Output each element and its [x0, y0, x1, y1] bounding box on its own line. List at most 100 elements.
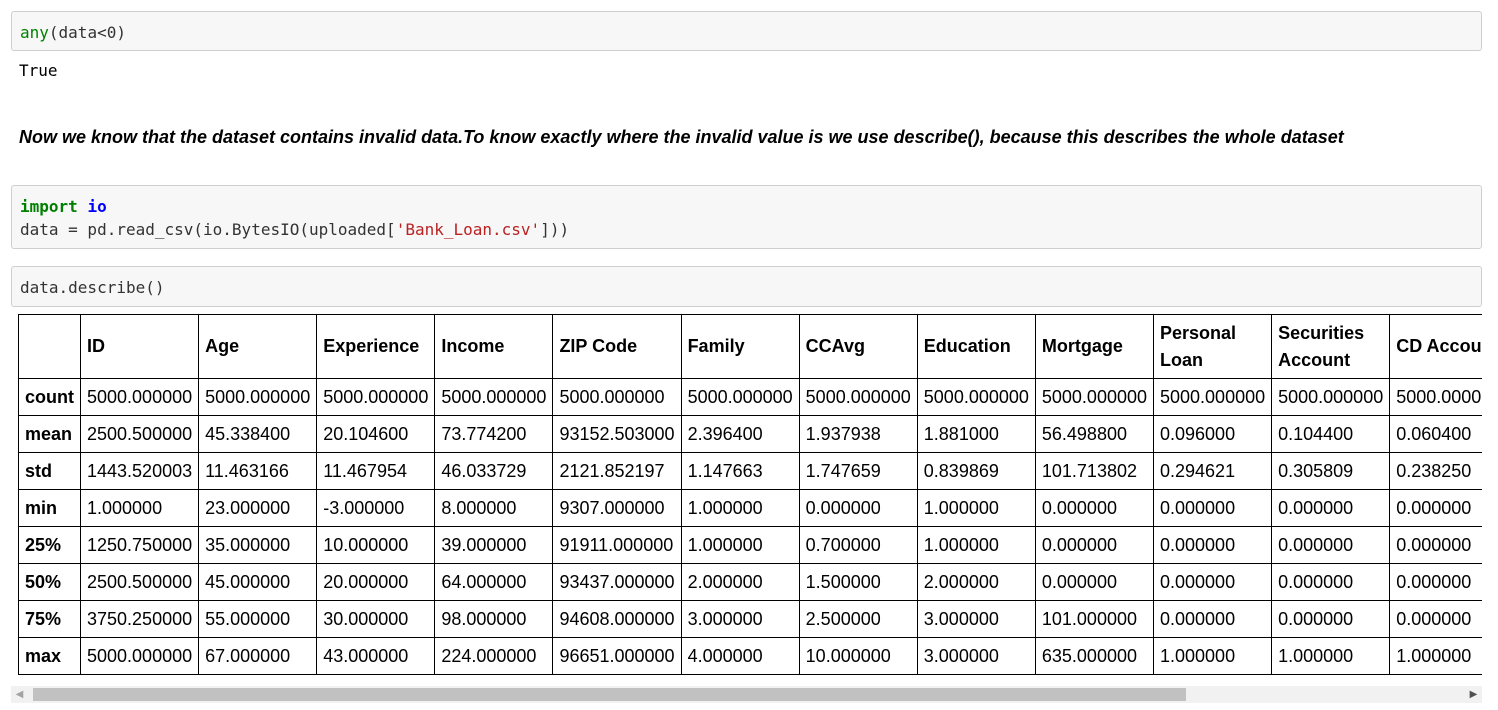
- table-cell: 2.000000: [916, 563, 1036, 601]
- column-header: Income: [434, 314, 554, 379]
- column-header: ID: [79, 314, 200, 379]
- describe-output-table-container: ID Age Experience Income ZIP Code Family CCAvg…: [11, 314, 1482, 686]
- table-header-row: ID Age Experience Income ZIP Code Family CCAvg…: [18, 314, 1482, 379]
- code-cell-any[interactable]: any(data<0): [11, 11, 1482, 51]
- table-cell: 8.000000: [434, 489, 554, 527]
- table-cell: 46.033729: [434, 452, 554, 490]
- table-cell: 0.000000: [1034, 489, 1155, 527]
- table-cell: 2.000000: [680, 563, 800, 601]
- column-header: Securities Account: [1271, 314, 1391, 379]
- row-label: max: [18, 637, 81, 675]
- code-text: data.describe(): [20, 278, 165, 297]
- table-cell: 20.000000: [316, 563, 436, 601]
- table-cell: 9307.000000: [552, 489, 682, 527]
- table-cell: 1.000000: [1271, 637, 1391, 675]
- column-header: Family: [680, 314, 800, 379]
- scroll-right-arrow-icon[interactable]: ▶: [1465, 686, 1482, 703]
- table-row: count 5000.000000 5000.000000 5000.000000 50…: [18, 378, 1482, 416]
- table-cell: 55.000000: [198, 600, 318, 638]
- table-cell: 0.000000: [1152, 489, 1273, 527]
- table-cell: 23.000000: [198, 489, 318, 527]
- table-cell: 67.000000: [198, 637, 318, 675]
- table-cell: 101.713802: [1034, 452, 1155, 490]
- table-cell: 0.238250: [1389, 452, 1482, 490]
- table-cell: 1.000000: [79, 489, 200, 527]
- column-header: Education: [916, 314, 1036, 379]
- table-cell: 101.000000: [1034, 600, 1155, 638]
- table-cell: 0.104400: [1271, 415, 1391, 453]
- table-cell: 0.000000: [1034, 563, 1155, 601]
- table-cell: 3.000000: [916, 600, 1036, 638]
- table-row: mean 2500.500000 45.338400 20.104600 73.7742…: [18, 415, 1482, 453]
- table-cell: 3750.250000: [79, 600, 200, 638]
- row-label: 75%: [18, 600, 81, 638]
- table-cell: 1.000000: [680, 526, 800, 564]
- table-cell: 0.294621: [1152, 452, 1273, 490]
- table-cell: 2.500000: [798, 600, 918, 638]
- table-cell: 0.000000: [1389, 600, 1482, 638]
- cell-output-true: True: [19, 61, 58, 80]
- table-cell: 1.000000: [1389, 637, 1482, 675]
- table-corner-header: [18, 314, 81, 379]
- table-cell: 10.000000: [798, 637, 918, 675]
- row-label: mean: [18, 415, 81, 453]
- table-cell: 91911.000000: [552, 526, 682, 564]
- table-cell: 0.000000: [1152, 526, 1273, 564]
- table-cell: 0.000000: [1152, 563, 1273, 601]
- markdown-text: Now we know that the dataset contains in…: [19, 127, 1344, 147]
- code-keyword-import: import: [20, 197, 78, 216]
- table-cell: 0.000000: [1271, 600, 1391, 638]
- table-cell: 0.000000: [798, 489, 918, 527]
- table-cell: 1250.750000: [79, 526, 200, 564]
- table-cell: 1.500000: [798, 563, 918, 601]
- column-header: Age: [198, 314, 318, 379]
- table-cell: 94608.000000: [552, 600, 682, 638]
- code-text: data = pd.read_csv(io.BytesIO(uploaded[: [20, 220, 396, 239]
- table-cell: 5000.000000: [916, 378, 1036, 416]
- table-cell: 11.467954: [316, 452, 436, 490]
- table-cell: 96651.000000: [552, 637, 682, 675]
- table-row: min 1.000000 23.000000 -3.000000 8.000000 930…: [18, 489, 1482, 527]
- table-cell: 20.104600: [316, 415, 436, 453]
- table-cell: 1.937938: [798, 415, 918, 453]
- table-cell: 11.463166: [198, 452, 318, 490]
- code-line-1: import io: [20, 195, 1473, 218]
- table-cell: 4.000000: [680, 637, 800, 675]
- table-cell: 635.000000: [1034, 637, 1155, 675]
- code-line-2: data = pd.read_csv(io.BytesIO(uploaded['…: [20, 218, 1473, 241]
- row-label: min: [18, 489, 81, 527]
- table-cell: 45.338400: [198, 415, 318, 453]
- table-cell: 10.000000: [316, 526, 436, 564]
- row-label: 50%: [18, 563, 81, 601]
- code-builtin-any: any: [20, 23, 49, 42]
- column-header: Personal Loan: [1152, 314, 1273, 379]
- code-cell-read-csv[interactable]: import io data = pd.read_csv(io.BytesIO(…: [11, 185, 1482, 249]
- scroll-left-arrow-icon[interactable]: ◀: [11, 686, 28, 703]
- code-module-io: io: [87, 197, 107, 216]
- describe-table: ID Age Experience Income ZIP Code Family CCAvg…: [18, 314, 1482, 675]
- table-cell: 0.000000: [1389, 563, 1482, 601]
- table-cell: 2.396400: [680, 415, 800, 453]
- table-cell: 3.000000: [916, 637, 1036, 675]
- row-label: count: [18, 378, 81, 416]
- table-cell: 35.000000: [198, 526, 318, 564]
- table-cell: 2121.852197: [552, 452, 682, 490]
- table-cell: 73.774200: [434, 415, 554, 453]
- table-cell: 5000.000000: [552, 378, 682, 416]
- column-header: Mortgage: [1034, 314, 1155, 379]
- table-cell: 0.700000: [798, 526, 918, 564]
- table-row: std 1443.520003 11.463166 11.467954 46.03372…: [18, 452, 1482, 490]
- table-cell: 0.000000: [1389, 489, 1482, 527]
- scrollbar-thumb[interactable]: [33, 688, 1186, 701]
- table-cell: 0.305809: [1271, 452, 1391, 490]
- table-cell: 45.000000: [198, 563, 318, 601]
- table-cell: 5000.000000: [316, 378, 436, 416]
- column-header: CD Account: [1389, 314, 1482, 379]
- horizontal-scrollbar[interactable]: ◀ ▶: [11, 686, 1482, 703]
- column-header: Experience: [316, 314, 436, 379]
- table-cell: 39.000000: [434, 526, 554, 564]
- code-cell-describe[interactable]: data.describe(): [11, 266, 1482, 307]
- table-cell: 5000.000000: [1271, 378, 1391, 416]
- table-cell: 93152.503000: [552, 415, 682, 453]
- table-row: 50% 2500.500000 45.000000 20.000000 64.00000…: [18, 563, 1482, 601]
